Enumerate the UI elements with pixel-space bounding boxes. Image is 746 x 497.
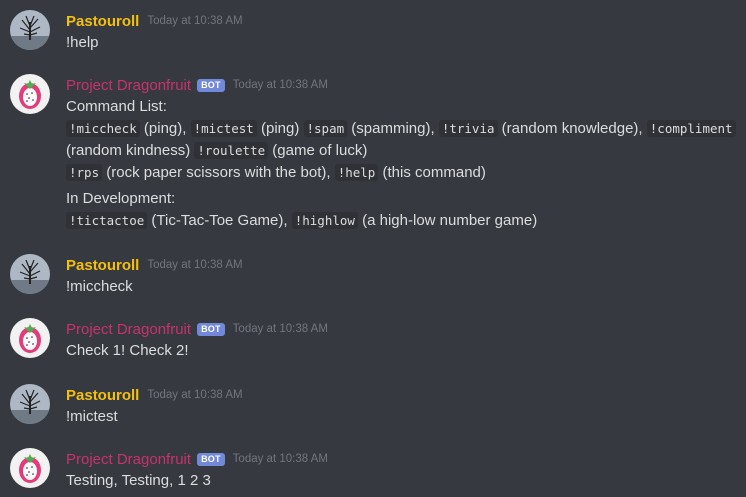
- timestamp: Today at 10:38 AM: [147, 259, 243, 271]
- bot-tag: BOT: [197, 452, 225, 466]
- tree-avatar-icon[interactable]: [10, 254, 50, 294]
- message-text-line: !miccheck (ping), !mictest (ping) !spam …: [66, 118, 746, 140]
- timestamp: Today at 10:38 AM: [232, 323, 328, 335]
- text-span: (a high-low number game): [357, 212, 538, 229]
- inline-code: !trivia: [438, 120, 498, 137]
- inline-code: !help: [334, 164, 379, 181]
- tree-avatar-icon[interactable]: [10, 384, 50, 424]
- message-header: Pastouroll Today at 10:38 AM: [66, 384, 746, 406]
- text-span: (spamming),: [347, 120, 439, 137]
- text-span: (ping): [256, 120, 304, 137]
- inline-code: !mictest: [190, 120, 257, 137]
- message-text: Check 1! Check 2!: [66, 342, 189, 359]
- message-text: !mictest: [66, 408, 118, 425]
- inline-code: !rps: [66, 164, 103, 181]
- username[interactable]: Project Dragonfruit: [66, 451, 191, 468]
- message-text-line: (random kindness) !roulette (game of luc…: [66, 140, 746, 162]
- dragonfruit-avatar-icon[interactable]: [10, 318, 50, 358]
- timestamp: Today at 10:38 AM: [232, 79, 328, 91]
- username[interactable]: Pastouroll: [66, 387, 139, 404]
- message-text: !miccheck: [66, 278, 133, 295]
- command-list-title: Command List:: [66, 98, 167, 115]
- dragonfruit-avatar-icon[interactable]: [10, 448, 50, 488]
- bot-tag: BOT: [197, 322, 225, 336]
- text-span: (random kindness): [66, 142, 195, 159]
- dev-title: In Development:: [66, 190, 176, 207]
- message-header: Project Dragonfruit BOT Today at 10:38 A…: [66, 448, 746, 470]
- inline-code: !miccheck: [66, 120, 140, 137]
- dragonfruit-avatar-icon[interactable]: [10, 74, 50, 114]
- inline-code: !spam: [303, 120, 348, 137]
- message-content: Pastouroll Today at 10:38 AM !mictest: [66, 384, 746, 428]
- text-span: (rock paper scissors with the bot),: [102, 164, 335, 181]
- inline-code: !compliment: [646, 120, 736, 137]
- timestamp: Today at 10:38 AM: [232, 453, 328, 465]
- inline-code: !tictactoe: [66, 212, 148, 229]
- message-header: Pastouroll Today at 10:38 AM: [66, 254, 746, 276]
- bot-tag: BOT: [197, 78, 225, 92]
- message-header: Pastouroll Today at 10:38 AM: [66, 10, 746, 32]
- message-text: Testing, Testing, 1 2 3: [66, 472, 211, 489]
- message-text-line: !tictactoe (Tic-Tac-Toe Game), !highlow …: [66, 210, 746, 232]
- message-text: !help: [66, 34, 99, 51]
- message-content: Project Dragonfruit BOT Today at 10:38 A…: [66, 448, 746, 492]
- text-span: (game of luck): [268, 142, 368, 159]
- tree-avatar-icon[interactable]: [10, 10, 50, 50]
- text-span: (ping),: [139, 120, 191, 137]
- inline-code: !roulette: [194, 142, 269, 159]
- message-content: Project Dragonfruit BOT Today at 10:38 A…: [66, 74, 746, 232]
- text-span: (Tic-Tac-Toe Game),: [147, 212, 292, 229]
- timestamp: Today at 10:38 AM: [147, 389, 243, 401]
- username[interactable]: Project Dragonfruit: [66, 77, 191, 94]
- message-header: Project Dragonfruit BOT Today at 10:38 A…: [66, 74, 746, 96]
- message-text-line: !rps (rock paper scissors with the bot),…: [66, 162, 746, 184]
- inline-code: !highlow: [291, 212, 358, 229]
- timestamp: Today at 10:38 AM: [147, 15, 243, 27]
- username[interactable]: Pastouroll: [66, 257, 139, 274]
- message-content: Project Dragonfruit BOT Today at 10:38 A…: [66, 318, 746, 362]
- message-header: Project Dragonfruit BOT Today at 10:38 A…: [66, 318, 746, 340]
- message-content: Pastouroll Today at 10:38 AM !help: [66, 10, 746, 54]
- message-content: Pastouroll Today at 10:38 AM !miccheck: [66, 254, 746, 298]
- text-span: (this command): [378, 164, 486, 181]
- text-span: (random knowledge),: [497, 120, 647, 137]
- username[interactable]: Pastouroll: [66, 13, 139, 30]
- username[interactable]: Project Dragonfruit: [66, 321, 191, 338]
